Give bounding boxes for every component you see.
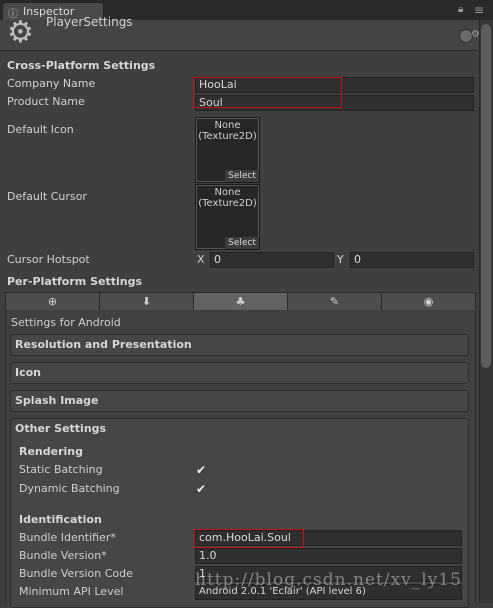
texture-type-text: (Texture2D): [198, 198, 257, 209]
circle-icon: ◉: [423, 295, 434, 308]
highlight-box-bundle: [194, 529, 304, 548]
brush-icon: ✎: [329, 295, 340, 308]
cross-platform-heading: Cross-Platform Settings: [7, 59, 156, 72]
static-batching-checkbox[interactable]: ✔: [196, 464, 208, 476]
inspector-header: ⚙ PlayerSettings ⚙: [0, 15, 480, 51]
bundle-version-code-label: Bundle Version Code: [19, 567, 133, 580]
hotspot-y-field[interactable]: 0: [350, 252, 474, 268]
default-icon-texture-field[interactable]: None (Texture2D) Select: [195, 117, 260, 183]
highlight-box-names: [193, 77, 342, 108]
section-splash[interactable]: Splash Image: [10, 390, 469, 412]
tab-standalone[interactable]: ⬇: [100, 293, 194, 310]
section-icon-title: Icon: [15, 366, 42, 379]
settings-for-label: Settings for Android: [11, 316, 121, 329]
default-icon-label: Default Icon: [7, 123, 74, 136]
gear-icon: ⚙: [7, 15, 34, 50]
select-button[interactable]: Select: [225, 237, 259, 249]
select-button[interactable]: Select: [225, 170, 259, 182]
bundle-identifier-label: Bundle Identifier*: [19, 531, 116, 544]
bundle-version-field[interactable]: 1.0: [195, 548, 462, 564]
default-cursor-texture-field[interactable]: None (Texture2D) Select: [195, 184, 260, 250]
texture-none-text: None: [214, 187, 241, 198]
globe-icon: ⊕: [47, 295, 58, 308]
section-icon[interactable]: Icon: [10, 362, 469, 384]
platform-tabs: ⊕ ⬇ ♣ ✎ ◉: [5, 292, 476, 311]
hotspot-x-label: X: [197, 253, 205, 266]
section-other-title: Other Settings: [15, 422, 107, 435]
cursor-hotspot-label: Cursor Hotspot: [7, 253, 90, 266]
company-name-label: Company Name: [7, 77, 96, 90]
minimum-api-level-label: Minimum API Level: [19, 585, 124, 598]
page-title: PlayerSettings: [46, 15, 133, 29]
per-platform-heading: Per-Platform Settings: [7, 275, 143, 288]
texture-type-text: (Texture2D): [198, 131, 257, 142]
watermark-text: http://blog.csdn.net/xv_ly15: [195, 570, 462, 590]
download-icon: ⬇: [141, 295, 152, 308]
bundle-version-label: Bundle Version*: [19, 549, 107, 562]
section-splash-title: Splash Image: [15, 394, 99, 407]
hotspot-x-field[interactable]: 0: [210, 252, 334, 268]
tab-web[interactable]: ⊕: [6, 293, 100, 310]
product-name-label: Product Name: [7, 95, 85, 108]
hotspot-y-label: Y: [337, 253, 344, 266]
android-icon: ♣: [235, 295, 246, 308]
section-resolution-title: Resolution and Presentation: [15, 338, 192, 351]
tab-flash[interactable]: ✎: [288, 293, 382, 310]
scrollbar-thumb[interactable]: [481, 24, 491, 368]
section-resolution[interactable]: Resolution and Presentation: [10, 334, 469, 356]
default-cursor-label: Default Cursor: [7, 190, 87, 203]
lock-icon[interactable]: 🔒︎: [458, 4, 463, 15]
dynamic-batching-checkbox[interactable]: ✔: [196, 483, 208, 495]
dynamic-batching-label: Dynamic Batching: [19, 482, 120, 495]
menu-icon[interactable]: ≡: [474, 3, 484, 17]
tab-other-platform[interactable]: ◉: [382, 293, 475, 310]
identification-heading: Identification: [19, 513, 102, 526]
texture-none-text: None: [214, 120, 241, 131]
static-batching-label: Static Batching: [19, 463, 103, 476]
tab-android[interactable]: ♣: [194, 293, 288, 310]
rendering-heading: Rendering: [19, 445, 83, 458]
